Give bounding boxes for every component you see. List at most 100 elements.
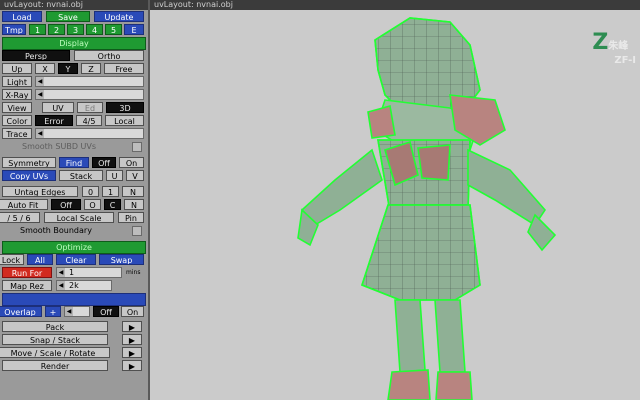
- overlap-button[interactable]: Overlap: [0, 306, 42, 317]
- slider-left-arrow-icon[interactable]: ◀: [57, 268, 65, 277]
- blue-bar-row: [0, 292, 148, 306]
- untag-edges-button[interactable]: Untag Edges: [2, 186, 78, 197]
- find-button[interactable]: Find: [59, 157, 89, 168]
- character-left-arm: [300, 148, 383, 227]
- render-button[interactable]: Render: [2, 360, 108, 371]
- smooth-boundary-checkbox[interactable]: [132, 226, 142, 236]
- update-button[interactable]: Update: [94, 11, 144, 22]
- scale-row: / 5 / 6 Local Scale Pin: [0, 211, 148, 224]
- tmp-slot-3[interactable]: 3: [67, 24, 84, 35]
- character-left-leg: [394, 299, 426, 373]
- slider-left-arrow-icon[interactable]: ◀: [36, 77, 44, 86]
- pack-row: Pack ▶: [0, 320, 148, 333]
- character-left-boot: [387, 369, 431, 400]
- run-for-button[interactable]: Run For: [2, 267, 52, 278]
- tmp-slot-1[interactable]: 1: [29, 24, 46, 35]
- pack-button[interactable]: Pack: [2, 321, 108, 332]
- lock-button[interactable]: Lock: [0, 254, 24, 265]
- fraction-button[interactable]: / 5 / 6: [0, 212, 40, 223]
- axis-x-button[interactable]: X: [35, 63, 55, 74]
- auto-fit-n-button[interactable]: N: [124, 199, 144, 210]
- uvlayout-control-panel: uvLayout: nvnai.obj Load Save Update Tmp…: [0, 0, 150, 400]
- slider-left-arrow-icon[interactable]: ◀: [36, 90, 44, 99]
- color-local-button[interactable]: Local: [105, 115, 144, 126]
- overlap-plus-button[interactable]: +: [45, 306, 61, 317]
- tmp-button[interactable]: Tmp: [2, 24, 26, 35]
- pack-expand-icon[interactable]: ▶: [122, 321, 142, 332]
- slider-left-arrow-icon[interactable]: ◀: [36, 129, 44, 138]
- snap-stack-expand-icon[interactable]: ▶: [122, 334, 142, 345]
- run-for-row: Run For ◀ 1 mins: [0, 266, 148, 279]
- xray-slider[interactable]: ◀: [35, 89, 144, 100]
- slider-left-arrow-icon[interactable]: ◀: [57, 281, 65, 290]
- copy-uvs-row: Copy UVs Stack U V: [0, 169, 148, 182]
- load-button[interactable]: Load: [2, 11, 42, 22]
- move-scale-rotate-expand-icon[interactable]: ▶: [122, 347, 142, 358]
- color-error-button[interactable]: Error: [35, 115, 73, 126]
- untag-1-button[interactable]: 1: [102, 186, 119, 197]
- snap-stack-button[interactable]: Snap / Stack: [2, 334, 108, 345]
- slider-left-arrow-icon[interactable]: ◀: [65, 307, 73, 316]
- map-rez-row: Map Rez ◀ 2k: [0, 279, 148, 292]
- smooth-subd-checkbox[interactable]: [132, 142, 142, 152]
- symmetry-button[interactable]: Symmetry: [2, 157, 56, 168]
- copy-uvs-button[interactable]: Copy UVs: [2, 170, 56, 181]
- tmp-slot-2[interactable]: 2: [48, 24, 65, 35]
- move-scale-rotate-button[interactable]: Move / Scale / Rotate: [0, 347, 110, 358]
- 3d-viewport[interactable]: uvLayout: nvnai.obj Z朱峰 ZF-I: [150, 0, 640, 400]
- tmp-slot-5[interactable]: 5: [105, 24, 122, 35]
- character-mesh[interactable]: [150, 0, 640, 400]
- overlap-row: Overlap + ◀ Off On: [0, 305, 148, 318]
- view-3d-button[interactable]: 3D: [106, 102, 144, 113]
- lock-swap-button[interactable]: Swap: [99, 254, 144, 265]
- map-rez-field[interactable]: ◀ 2k: [56, 280, 112, 291]
- tmp-slot-4[interactable]: 4: [86, 24, 103, 35]
- tmp-slot-e[interactable]: E: [124, 24, 144, 35]
- trace-slider[interactable]: ◀: [35, 128, 144, 139]
- view-ed-button[interactable]: Ed: [77, 102, 103, 113]
- v-button[interactable]: V: [126, 170, 144, 181]
- projection-row: Persp Ortho: [0, 49, 148, 62]
- u-button[interactable]: U: [106, 170, 123, 181]
- overlap-slider[interactable]: ◀: [64, 306, 90, 317]
- tmp-row: Tmp 1 2 3 4 5 E: [0, 23, 148, 36]
- stack-button[interactable]: Stack: [59, 170, 103, 181]
- overlap-off-button[interactable]: Off: [93, 306, 119, 317]
- auto-fit-c-button[interactable]: C: [104, 199, 121, 210]
- pin-button[interactable]: Pin: [118, 212, 144, 223]
- auto-fit-button[interactable]: Auto Fit: [0, 199, 48, 210]
- overlap-on-button[interactable]: On: [121, 306, 144, 317]
- axis-free-button[interactable]: Free: [104, 63, 144, 74]
- axis-z-button[interactable]: Z: [81, 63, 101, 74]
- character-right-leg: [434, 299, 466, 373]
- symmetry-row: Symmetry Find Off On: [0, 156, 148, 169]
- light-slider[interactable]: ◀: [35, 76, 144, 87]
- view-uv-button[interactable]: UV: [42, 102, 74, 113]
- lock-row: Lock All Clear Swap: [0, 253, 148, 266]
- axis-y-button[interactable]: Y: [58, 63, 78, 74]
- symmetry-off-button[interactable]: Off: [92, 157, 116, 168]
- run-for-field[interactable]: ◀ 1: [56, 267, 122, 278]
- smooth-boundary-label: Smooth Boundary: [20, 226, 92, 235]
- lock-clear-button[interactable]: Clear: [56, 254, 96, 265]
- persp-button[interactable]: Persp: [2, 50, 70, 61]
- lock-all-button[interactable]: All: [27, 254, 53, 265]
- up-axis-row: Up X Y Z Free: [0, 62, 148, 75]
- ortho-button[interactable]: Ortho: [74, 50, 144, 61]
- local-scale-button[interactable]: Local Scale: [44, 212, 114, 223]
- auto-fit-off-button[interactable]: Off: [51, 199, 81, 210]
- untag-n-button[interactable]: N: [122, 186, 144, 197]
- run-for-unit: mins: [126, 269, 141, 276]
- symmetry-on-button[interactable]: On: [119, 157, 144, 168]
- trace-label: Trace: [2, 128, 32, 139]
- character-right-arm: [467, 148, 547, 227]
- display-header-row: Display: [0, 36, 148, 50]
- auto-fit-o-button[interactable]: O: [84, 199, 101, 210]
- untag-0-button[interactable]: 0: [82, 186, 99, 197]
- save-button[interactable]: Save: [46, 11, 90, 22]
- render-expand-icon[interactable]: ▶: [122, 360, 142, 371]
- character-right-shoulder: [367, 104, 396, 139]
- color-45-button[interactable]: 4/5: [76, 115, 102, 126]
- snap-stack-row: Snap / Stack ▶: [0, 333, 148, 346]
- optimize-header-row: Optimize: [0, 240, 148, 254]
